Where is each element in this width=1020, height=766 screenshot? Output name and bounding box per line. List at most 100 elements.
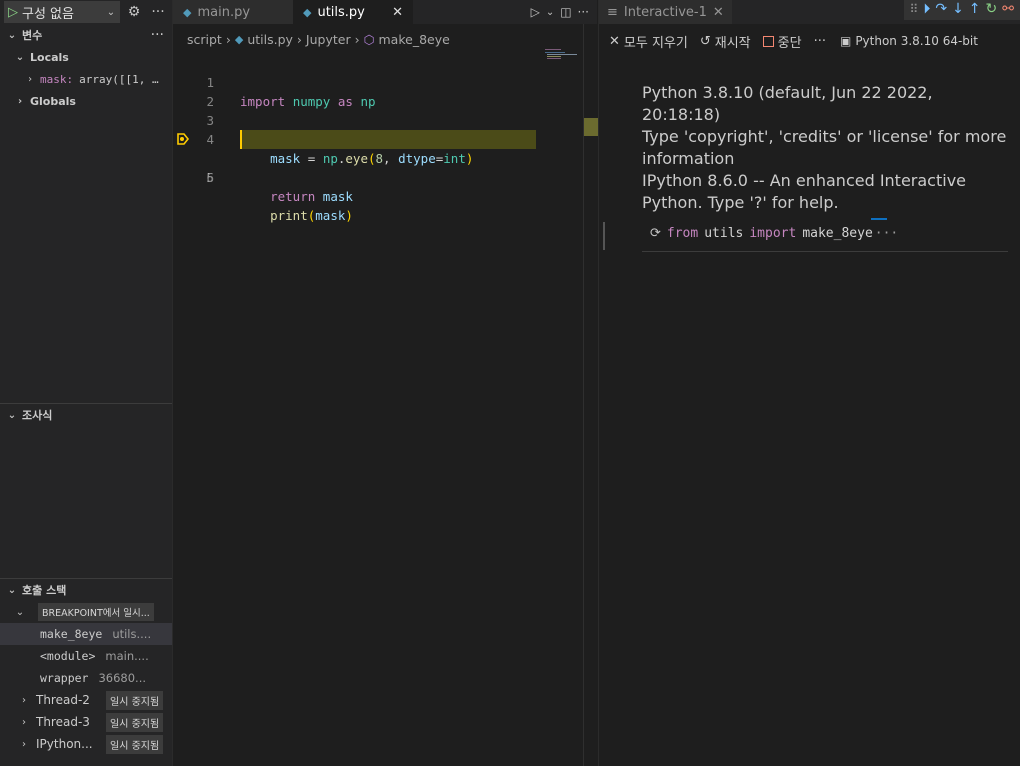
frame-name: wrapper — [40, 671, 89, 685]
step-into-icon[interactable]: ↓ — [952, 1, 964, 17]
chevron-right-icon: › — [225, 31, 231, 47]
call-stack-header[interactable]: ⌄ 호출 스택 — [0, 579, 172, 601]
call-stack-title: 호출 스택 — [22, 584, 67, 597]
thread-name: IPython... — [36, 737, 93, 751]
breadcrumb-item[interactable]: make_8eye — [379, 32, 450, 47]
disconnect-icon[interactable]: ⚯ — [1002, 1, 1014, 17]
restart-icon: ↺ — [699, 33, 711, 49]
code-token: import — [749, 226, 797, 241]
chevron-right-icon: › — [22, 716, 26, 728]
stack-frame[interactable]: make_8eye utils.... — [0, 623, 172, 645]
variable-name: mask: — [40, 72, 74, 86]
gear-icon[interactable]: ⚙ — [124, 4, 144, 20]
code-line: 1 import numpy as np — [173, 54, 597, 109]
breadcrumb-item[interactable]: utils.py — [247, 32, 293, 47]
frame-file: main.... — [105, 649, 149, 663]
interrupt-button[interactable]: 중단 — [762, 32, 802, 51]
variable-mask[interactable]: › mask: array([[1, … — [0, 68, 172, 90]
step-out-icon[interactable]: ↑ — [969, 1, 981, 17]
frame-file: utils.... — [112, 627, 152, 641]
interactive-window: ≡ Interactive-1 ✕ ⠿ ⏵ ↷ ↓ ↑ ↻ ⚯ ✕ 모두 지우기… — [598, 0, 1020, 766]
close-icon[interactable]: ✕ — [713, 5, 724, 20]
code-token: utils — [704, 226, 744, 241]
frame-file: 36680... — [98, 671, 147, 685]
tab-main-py[interactable]: ◆ main.py — [173, 0, 293, 24]
run-icon[interactable]: ▷ — [531, 5, 540, 19]
restart-icon[interactable]: ↻ — [986, 1, 998, 17]
stack-frame[interactable]: <module> main.... — [0, 645, 172, 667]
more-actions-icon[interactable]: ··· — [814, 34, 826, 49]
clear-all-button[interactable]: ✕ 모두 지우기 — [609, 32, 688, 51]
restart-label: 재시작 — [714, 35, 751, 51]
variables-section-header[interactable]: ⌄ 변수 ··· — [0, 24, 172, 46]
refresh-icon[interactable]: ⟳ — [650, 226, 661, 241]
chevron-right-icon: › — [22, 738, 26, 750]
banner-line: Python 3.8.10 (default, Jun 22 2022, 20:… — [642, 83, 933, 124]
close-icon[interactable]: ✕ — [392, 5, 403, 20]
tab-utils-py[interactable]: ◆ utils.py ✕ — [293, 0, 413, 24]
globals-scope[interactable]: › Globals — [0, 90, 172, 112]
line-content: print(mask) — [270, 208, 353, 223]
split-editor-icon[interactable]: ◫ — [560, 5, 571, 19]
current-line-marker — [584, 118, 598, 136]
close-icon: ✕ — [609, 33, 620, 49]
continue-icon[interactable]: ⏵ — [923, 1, 930, 17]
stack-frame[interactable]: wrapper 36680... — [0, 667, 172, 689]
drag-handle-icon[interactable]: ⠿ — [910, 2, 919, 16]
globals-label: Globals — [30, 94, 76, 108]
breadcrumb: script › ◆ utils.py › Jupyter › ⬡ make_8… — [173, 24, 597, 54]
chevron-right-icon: › — [26, 73, 34, 85]
debug-floating-toolbar: ⠿ ⏵ ↷ ↓ ↑ ↻ ⚯ — [903, 0, 1020, 20]
restart-button[interactable]: ↺ 재시작 — [700, 32, 751, 51]
breadcrumb-item[interactable]: script — [187, 32, 222, 47]
locals-scope[interactable]: ⌄ Locals — [0, 46, 172, 68]
kernel-icon: ▣ — [839, 34, 852, 48]
variables-title: 변수 — [22, 29, 43, 42]
interactive-window-icon: ≡ — [607, 4, 618, 20]
code-line: 4 mask = np.eye(8, dtype=int) — [173, 111, 597, 166]
banner-line: IPython 8.6.0 -- An enhanced Interactive… — [642, 171, 967, 212]
python-file-icon: ◆ — [234, 32, 244, 46]
debug-config-select[interactable]: ▷ 구성 없음 ⌄ — [4, 1, 120, 23]
kernel-picker[interactable]: ▣ Python 3.8.10 64-bit — [840, 34, 978, 48]
tab-interactive-1[interactable]: ≡ Interactive-1 ✕ — [599, 0, 732, 24]
chevron-down-icon[interactable]: ⌄ — [546, 7, 554, 18]
tab-label: utils.py — [317, 4, 365, 20]
step-over-icon[interactable]: ↷ — [935, 1, 947, 17]
paused-thread-row[interactable]: ⌄ BREAKPOINT에서 일시... — [0, 601, 172, 623]
code-token: make_8eye — [802, 226, 873, 241]
editor-tabs: ◆ main.py ◆ utils.py ✕ ▷ ⌄ ◫ ··· — [173, 0, 597, 24]
stop-icon — [762, 35, 774, 47]
paused-badge: BREAKPOINT에서 일시... — [38, 603, 154, 621]
more-actions-icon[interactable]: ··· — [151, 27, 164, 43]
more-actions-icon[interactable]: ··· — [148, 4, 168, 20]
more-actions-icon[interactable]: ··· — [578, 5, 589, 19]
minimap[interactable] — [543, 48, 583, 62]
ipython-banner: Python 3.8.10 (default, Jun 22 2022, 20:… — [642, 82, 1012, 214]
chevron-down-icon: ⌄ — [15, 606, 25, 618]
thread-status-badge: 일시 중지됨 — [106, 712, 164, 732]
start-debugging-icon[interactable]: ▷ — [8, 5, 18, 20]
thread-row[interactable]: › IPython... 일시 중지됨 — [0, 733, 172, 755]
cell-focus-indicator — [871, 218, 887, 220]
thread-row[interactable]: › Thread-3 일시 중지됨 — [0, 711, 172, 733]
code-line-current: 5 print(mask) — [173, 130, 597, 223]
resize-sash[interactable] — [603, 222, 605, 250]
breadcrumb-item[interactable]: Jupyter — [306, 32, 351, 47]
frame-name: make_8eye — [40, 627, 103, 641]
watch-section-header[interactable]: ⌄ 조사식 — [0, 404, 172, 426]
interactive-cell[interactable]: ⟳ from utils import make_8eye ··· — [642, 218, 1008, 252]
breakpoint-arrow-icon — [177, 133, 190, 145]
function-symbol-icon: ⬡ — [363, 31, 375, 47]
kernel-label: Python 3.8.10 64-bit — [855, 34, 978, 48]
interrupt-label: 중단 — [777, 35, 802, 51]
editor-scrollbar[interactable] — [583, 24, 598, 766]
chevron-right-icon: › — [354, 31, 360, 47]
thread-row[interactable]: › Thread-2 일시 중지됨 — [0, 689, 172, 711]
code-area[interactable]: 1 import numpy as np 2 3 def make_8eye()… — [173, 54, 597, 223]
chevron-down-icon: ⌄ — [7, 29, 17, 41]
frame-name: <module> — [40, 649, 96, 663]
chevron-down-icon[interactable]: ⌄ — [106, 7, 116, 18]
ellipsis[interactable]: ··· — [875, 226, 898, 241]
line-content: return mask — [270, 189, 353, 204]
